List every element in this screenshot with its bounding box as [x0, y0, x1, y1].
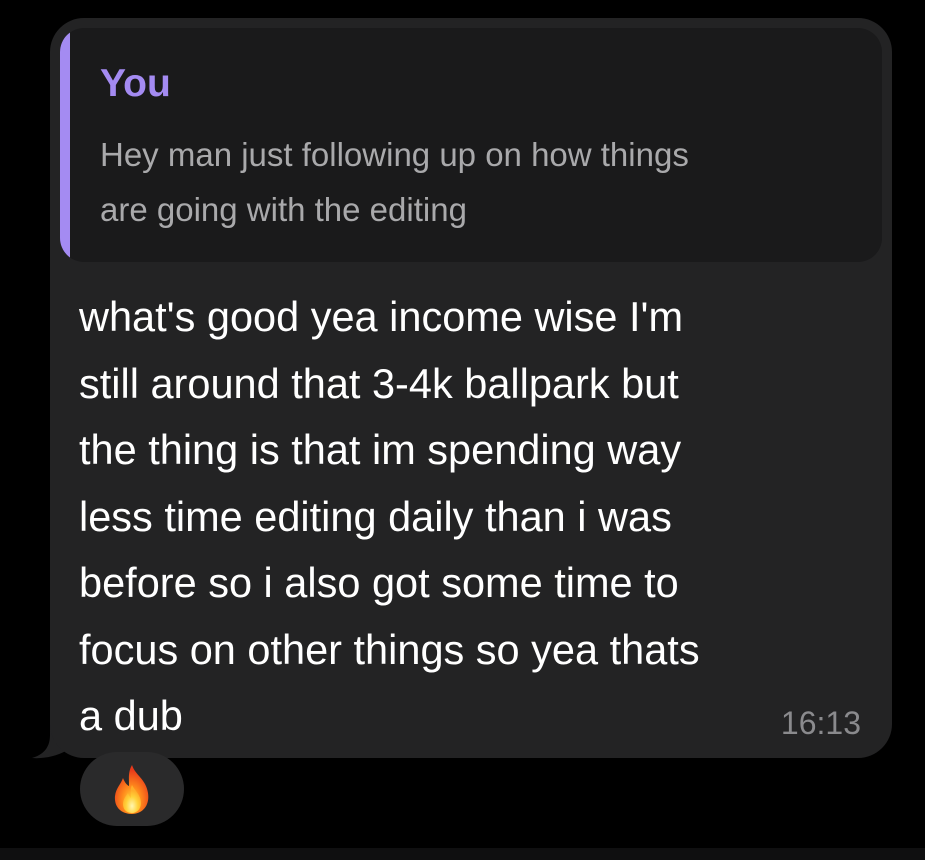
- reply-accent-bar: [60, 28, 70, 262]
- reaction-button[interactable]: [80, 752, 184, 826]
- message-timestamp: 16:13: [780, 705, 861, 741]
- message-text: what's good yea income wise I'm still ar…: [79, 293, 700, 739]
- fire-emoji-icon: [114, 765, 149, 814]
- reply-author: You: [100, 62, 171, 105]
- chat-bottom-edge: [0, 848, 925, 860]
- reply-text: Hey man just following up on how things …: [100, 136, 689, 228]
- reply-preview[interactable]: You Hey man just following up on how thi…: [60, 28, 882, 262]
